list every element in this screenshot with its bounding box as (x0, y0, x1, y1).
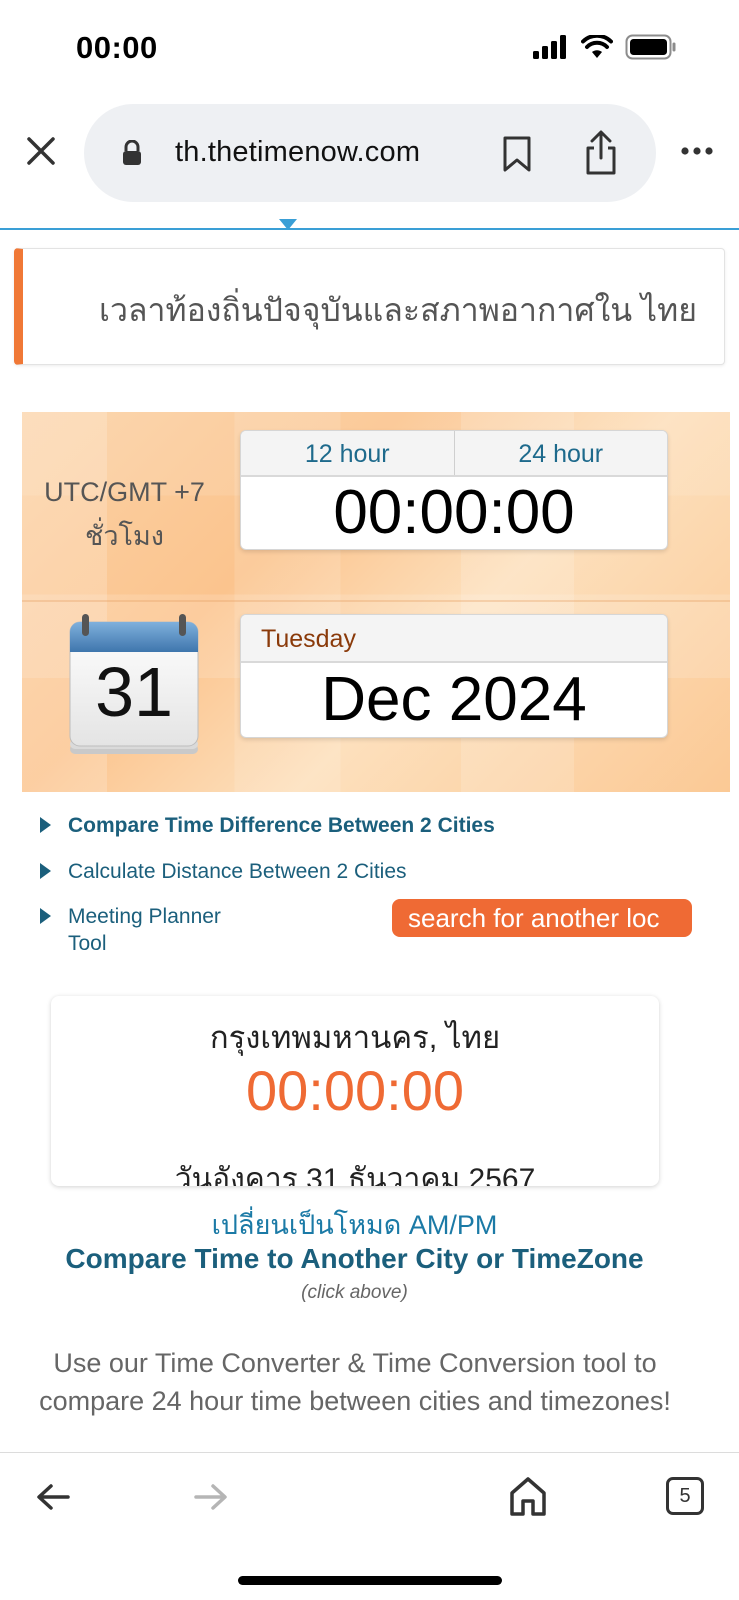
url-text: th.thetimenow.com (175, 136, 421, 168)
city-time: 00:00:00 (246, 1059, 464, 1122)
triangle-icon (40, 908, 51, 924)
meeting-planner-link[interactable]: Meeting Planner Tool (68, 903, 221, 957)
page-heading-box: เวลาท้องถิ่นปัจจุบันและสภาพอากาศใน ไทย (14, 248, 725, 365)
progress-line (0, 228, 739, 230)
status-bar: 00:00 (0, 0, 739, 96)
panel-divider (22, 600, 730, 602)
utc-unit: ชั่วโมง (85, 521, 164, 551)
meeting-planner-line1: Meeting Planner (68, 905, 221, 928)
status-time: 00:00 (76, 30, 158, 65)
tab-12-hour[interactable]: 12 hour (241, 431, 454, 475)
close-icon[interactable] (24, 134, 58, 168)
lock-icon (123, 140, 141, 165)
share-icon[interactable] (584, 130, 618, 176)
meeting-planner-line2: Tool (68, 932, 107, 955)
distance-link[interactable]: Calculate Distance Between 2 Cities (68, 858, 407, 885)
ampm-mode-link[interactable]: เปลี่ยนเป็นโหมด AM/PM (0, 1203, 709, 1246)
tab-24-hour[interactable]: 24 hour (453, 431, 668, 475)
city-date: วันอังคาร 31 ธันวาคม 2567 (174, 1163, 536, 1186)
utc-offset: UTC/GMT +7 (44, 477, 205, 507)
signal-icon (533, 35, 566, 59)
click-note: (click above) (301, 1282, 408, 1303)
status-icons (533, 34, 677, 60)
browser-bar: th.thetimenow.com (0, 100, 739, 204)
compare-cities-link[interactable]: Compare Time Difference Between 2 Cities (68, 812, 495, 839)
date-box: Tuesday Dec 2024 (240, 614, 668, 738)
calendar-day: 31 (95, 653, 173, 731)
progress-arrow-icon (279, 219, 297, 230)
page-title: เวลาท้องถิ่นปัจจุบันและสภาพอากาศใน ไทย (99, 292, 697, 328)
time-format-tabs: 12 hour 24 hour (241, 431, 667, 477)
current-time: 00:00:00 (333, 478, 575, 547)
clock-panel: UTC/GMT +7 ชั่วโมง 12 hour 24 hour 00:00… (22, 412, 730, 792)
meeting-planner-link-row[interactable]: Meeting Planner Tool (40, 903, 221, 957)
compare-cities-link-row[interactable]: Compare Time Difference Between 2 Cities (40, 812, 495, 839)
home-indicator (238, 1576, 502, 1585)
current-date: Dec 2024 (321, 665, 587, 734)
home-icon[interactable] (508, 1475, 548, 1517)
back-arrow-icon[interactable] (36, 1483, 70, 1511)
battery-icon (625, 34, 676, 60)
wifi-icon (581, 35, 613, 58)
more-icon[interactable] (680, 146, 714, 156)
info-text: Use our Time Converter & Time Conversion… (39, 1348, 671, 1416)
utc-offset-label: UTC/GMT +7 ชั่วโมง (22, 470, 227, 558)
bookmark-icon[interactable] (502, 135, 532, 173)
compare-timezone-link[interactable]: Compare Time to Another City or TimeZone (0, 1243, 709, 1275)
triangle-icon (40, 817, 51, 833)
time-box: 12 hour 24 hour 00:00:00 (240, 430, 668, 550)
calendar-icon: 31 (69, 614, 199, 754)
address-bar[interactable]: th.thetimenow.com (84, 104, 656, 202)
city-card: กรุงเทพมหานคร, ไทย 00:00:00 วันอังคาร 31… (51, 996, 659, 1186)
weekday: Tuesday (241, 615, 667, 663)
tab-count-button[interactable]: 5 (666, 1477, 704, 1515)
city-name: กรุงเทพมหานคร, ไทย (209, 1020, 501, 1055)
distance-link-row[interactable]: Calculate Distance Between 2 Cities (40, 858, 407, 885)
search-location-button[interactable]: search for another loc (392, 899, 692, 937)
forward-arrow-icon[interactable] (194, 1483, 228, 1511)
triangle-icon (40, 863, 51, 879)
